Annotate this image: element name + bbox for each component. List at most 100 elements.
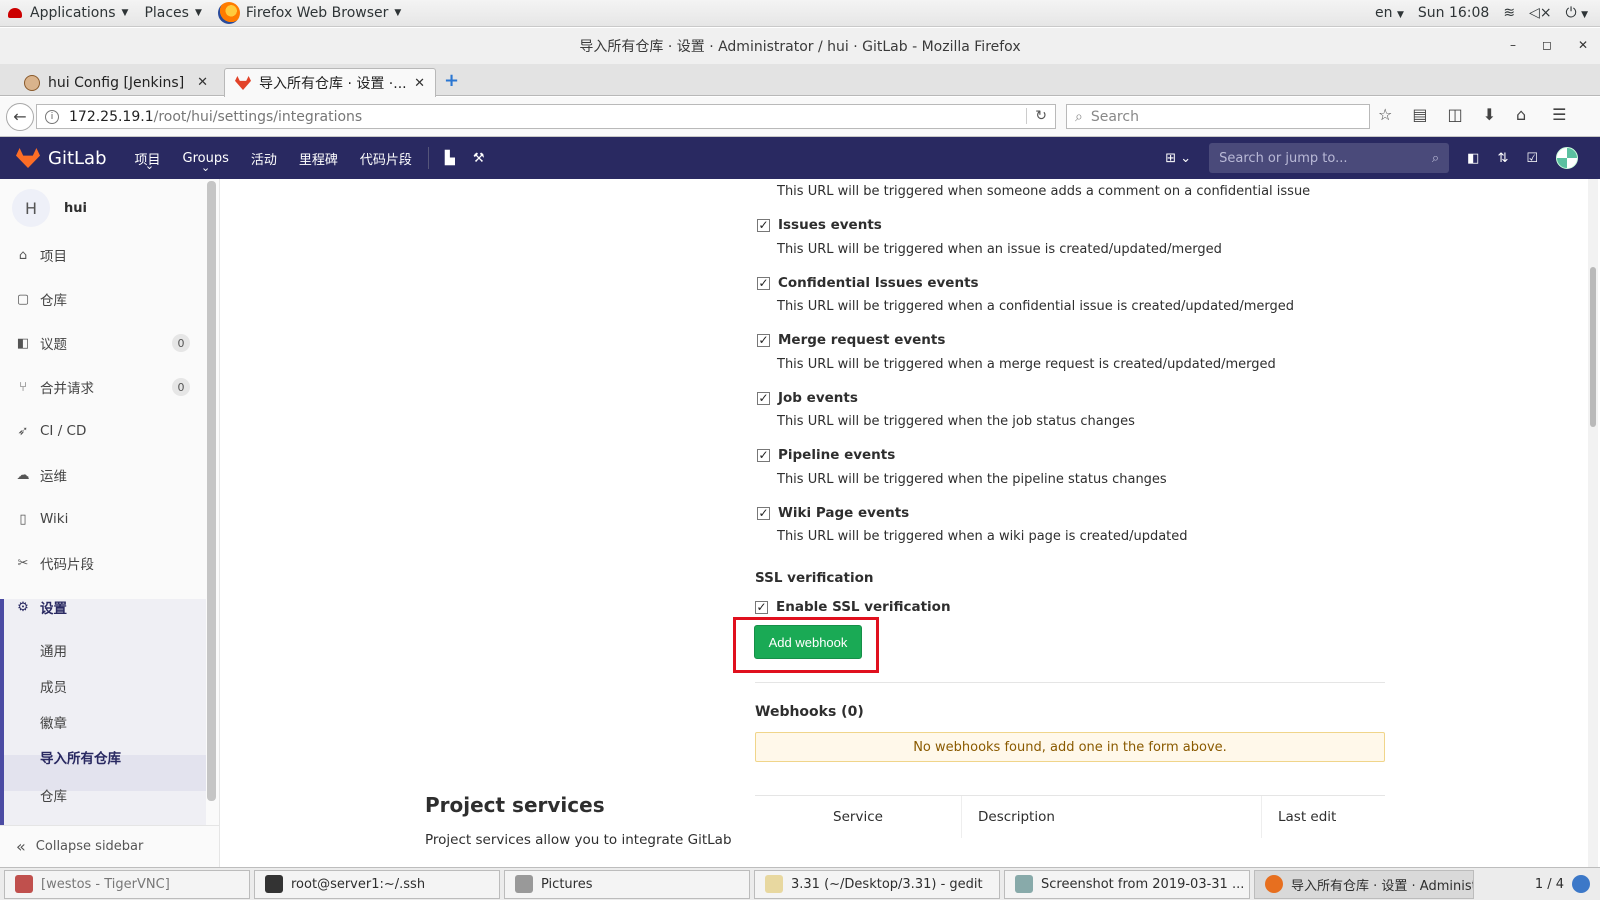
page-scrollbar[interactable] xyxy=(1588,179,1598,867)
reload-icon[interactable]: ↻ xyxy=(1026,108,1047,124)
doc-icon: ▢ xyxy=(16,291,30,307)
sidebar-item-project[interactable]: ⌂ 项目 xyxy=(0,235,206,275)
sidebar-item-settings[interactable]: ⚙ 设置 xyxy=(0,587,206,627)
notification-icon[interactable] xyxy=(1572,875,1590,893)
event-description: This URL will be triggered when someone … xyxy=(777,184,1311,199)
settings-subitem-integrations[interactable]: 导入所有仓库 xyxy=(40,747,121,767)
download-icon[interactable]: ⬇ xyxy=(1483,105,1496,124)
new-tab-icon[interactable]: + xyxy=(444,70,459,91)
close-window-button[interactable]: ✕ xyxy=(1578,38,1588,52)
tab-gitlab[interactable]: 导入所有仓库 · 设置 ·... ✕ xyxy=(224,68,436,97)
settings-subitem-badges[interactable]: 徽章 xyxy=(40,712,67,732)
project-name: hui xyxy=(64,200,87,216)
taskbar-item-screenshot[interactable]: Screenshot from 2019-03-31 ... xyxy=(1004,869,1250,899)
gitlab-search-placeholder: Search or jump to... xyxy=(1219,150,1348,166)
checkbox-checked-icon: ✓ xyxy=(757,505,770,520)
project-avatar: H xyxy=(12,189,50,227)
issues-events-checkbox[interactable]: ✓ Issues events xyxy=(757,217,882,233)
page-scrollbar-thumb[interactable] xyxy=(1590,267,1596,427)
info-icon[interactable]: i xyxy=(45,109,59,124)
settings-subitem-members[interactable]: 成员 xyxy=(40,676,67,696)
taskbar-item-terminal[interactable]: root@server1:~/.ssh xyxy=(254,869,500,899)
issues-icon: ◧ xyxy=(16,335,30,351)
bottom-taskbar: [westos - TigerVNC] root@server1:~/.ssh … xyxy=(0,867,1600,900)
chart-icon[interactable]: ▙ xyxy=(445,151,455,166)
vnc-icon xyxy=(15,875,33,893)
gitlab-brand[interactable]: GitLab xyxy=(48,148,107,169)
nav-snippets[interactable]: 代码片段 xyxy=(360,149,412,168)
power-icon[interactable]: ⏻ ▼ xyxy=(1566,5,1588,21)
menu-icon[interactable]: ☰ xyxy=(1552,105,1566,124)
caret-down-icon: ▼ xyxy=(394,8,402,18)
close-tab-icon[interactable]: ✕ xyxy=(414,76,425,91)
gitlab-search-input[interactable]: Search or jump to... ⌕ xyxy=(1209,143,1450,173)
sidebar-item-label: 合并请求 xyxy=(40,381,94,397)
bookmark-star-icon[interactable]: ☆ xyxy=(1378,105,1392,124)
collapse-sidebar-button[interactable]: « Collapse sidebar xyxy=(0,825,219,867)
applications-menu[interactable]: Applications ▼ xyxy=(0,0,136,27)
close-tab-icon[interactable]: ✕ xyxy=(197,75,208,90)
home-icon: ⌂ xyxy=(18,247,28,263)
settings-subitem-general[interactable]: 通用 xyxy=(40,640,67,660)
taskbar-item-firefox[interactable]: 导入所有仓库 · 设置 · Administ... xyxy=(1254,869,1474,899)
merge-request-events-checkbox[interactable]: ✓ Merge request events xyxy=(757,332,945,348)
wifi-icon[interactable]: ≋ xyxy=(1503,5,1515,21)
add-webhook-button[interactable]: Add webhook xyxy=(754,625,862,659)
user-avatar[interactable] xyxy=(1556,147,1578,169)
reading-list-icon[interactable]: ▤ xyxy=(1412,105,1427,124)
taskbar-item-label: root@server1:~/.ssh xyxy=(291,876,426,892)
settings-subitem-repository[interactable]: 仓库 xyxy=(40,785,67,805)
home-icon[interactable]: ⌂ xyxy=(1516,105,1526,124)
issues-icon[interactable]: ◧ xyxy=(1467,151,1479,166)
sidebar-item-issues[interactable]: ◧ 议题 0 xyxy=(0,323,206,363)
todo-icon[interactable]: ☑ xyxy=(1526,151,1538,166)
job-events-checkbox[interactable]: ✓ Job events xyxy=(757,390,858,406)
wiki-page-events-checkbox[interactable]: ✓ Wiki Page events xyxy=(757,505,909,521)
sidebar-item-merge-requests[interactable]: ⑂ 合并请求 0 xyxy=(0,367,206,407)
sidebar-item-cicd[interactable]: ➶ CI / CD xyxy=(0,411,206,451)
event-label: Pipeline events xyxy=(778,447,896,463)
tab-jenkins[interactable]: hui Config [Jenkins] ✕ xyxy=(14,68,218,97)
clock[interactable]: Sun 16:08 xyxy=(1418,5,1489,21)
back-button[interactable]: ← xyxy=(6,102,34,131)
sidebar-item-wiki[interactable]: ▯ Wiki xyxy=(0,499,206,539)
nav-projects[interactable]: 项目 xyxy=(135,149,161,172)
pipeline-events-checkbox[interactable]: ✓ Pipeline events xyxy=(757,447,895,463)
wrench-icon[interactable]: ⚒ xyxy=(473,151,485,166)
pocket-icon[interactable]: ◫ xyxy=(1447,105,1462,124)
firefox-icon xyxy=(1265,875,1283,893)
active-app-label: Firefox Web Browser xyxy=(245,5,389,21)
sidebar-item-snippets[interactable]: ✂ 代码片段 xyxy=(0,543,206,583)
sidebar-scrollbar[interactable] xyxy=(207,181,216,801)
book-icon: ▯ xyxy=(19,511,27,527)
active-app-menu[interactable]: Firefox Web Browser ▼ xyxy=(210,0,409,27)
language-indicator[interactable]: en ▼ xyxy=(1375,5,1404,21)
sidebar-item-operations[interactable]: ☁ 运维 xyxy=(0,455,206,495)
maximize-button[interactable]: ◻ xyxy=(1542,38,1552,52)
confidential-issues-events-checkbox[interactable]: ✓ Confidential Issues events xyxy=(757,275,979,291)
taskbar-item-tigervnc[interactable]: [westos - TigerVNC] xyxy=(4,869,250,899)
volume-icon[interactable]: ◁× xyxy=(1529,5,1552,21)
places-menu[interactable]: Places ▼ xyxy=(136,0,209,27)
gitlab-logo-icon[interactable] xyxy=(16,148,40,168)
taskbar-item-gedit[interactable]: 3.31 (~/Desktop/3.31) - gedit xyxy=(754,869,1000,899)
caret-down-icon: ▼ xyxy=(194,8,202,18)
nav-milestones[interactable]: 里程碑 xyxy=(299,149,338,168)
tab-label: 导入所有仓库 · 设置 ·... xyxy=(259,76,407,92)
nav-groups[interactable]: Groups xyxy=(183,151,229,174)
sidebar-item-repository[interactable]: ▢ 仓库 xyxy=(0,279,206,319)
minimize-button[interactable]: – xyxy=(1510,38,1516,52)
cloud-icon: ☁ xyxy=(16,467,30,483)
sidebar-project[interactable]: H hui xyxy=(0,179,219,237)
column-description: Description xyxy=(961,795,1261,838)
enable-ssl-checkbox[interactable]: ✓ Enable SSL verification xyxy=(755,599,951,615)
new-plus-icon[interactable]: ⊞ ⌄ xyxy=(1165,151,1191,166)
nav-activity[interactable]: 活动 xyxy=(251,149,277,168)
url-bar[interactable]: i 172.25.19.1/root/hui/settings/integrat… xyxy=(36,104,1056,129)
workspace-indicator: 1 / 4 xyxy=(1534,876,1564,892)
merge-request-icon[interactable]: ⇅ xyxy=(1497,151,1508,166)
event-description: This URL will be triggered when the job … xyxy=(777,414,1135,429)
search-input[interactable]: ⌕ Search xyxy=(1066,104,1370,129)
taskbar-item-pictures[interactable]: Pictures xyxy=(504,869,750,899)
workspace-pager[interactable]: 1 / 4 xyxy=(1535,875,1590,893)
